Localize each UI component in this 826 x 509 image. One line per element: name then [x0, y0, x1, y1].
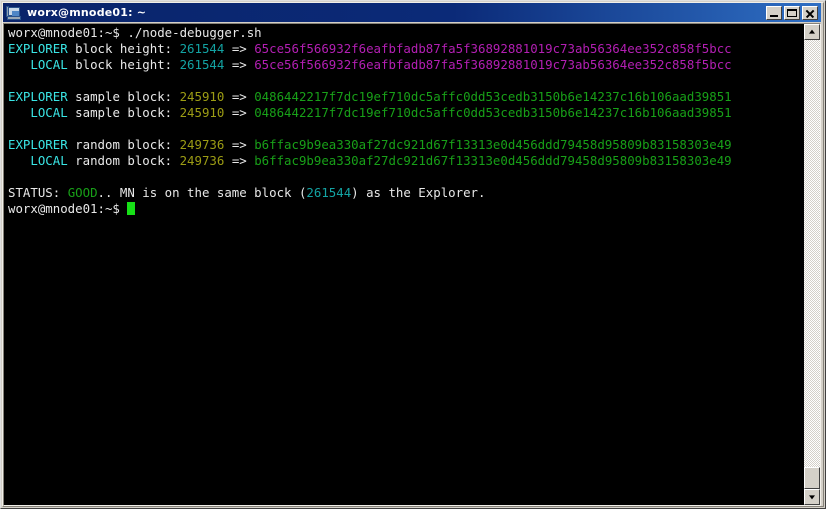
terminal-text-segment: =>: [224, 137, 255, 152]
terminal-text-segment: worx@mnode01:~$ ./node-debugger.sh: [8, 25, 262, 40]
terminal-text-segment: =>: [224, 57, 255, 72]
terminal-line-blank-2: [8, 121, 803, 137]
close-button[interactable]: [802, 5, 818, 20]
terminal-text-segment: =>: [224, 153, 255, 168]
minimize-icon: [770, 14, 778, 17]
terminal-text-segment: sample block:: [67, 89, 180, 104]
terminal-text-segment: 245910: [179, 105, 225, 120]
terminal-text-segment: random block:: [67, 137, 180, 152]
terminal-text-segment: sample block:: [67, 105, 180, 120]
maximize-button[interactable]: [784, 5, 800, 20]
terminal-text-segment: 249736: [179, 153, 225, 168]
terminal-text-segment: b6ffac9b9ea330af27dc921d67f13313e0d456dd…: [254, 153, 732, 168]
terminal-text-segment: b6ffac9b9ea330af27dc921d67f13313e0d456dd…: [254, 137, 732, 152]
scrollbar-track[interactable]: [804, 40, 820, 489]
computer-monitor-icon: [6, 5, 22, 21]
terminal-text-segment: 261544: [306, 185, 352, 200]
terminal-text-segment: ) as the Explorer.: [351, 185, 486, 200]
chevron-down-icon: [809, 495, 815, 500]
terminal-text-segment: block height:: [67, 57, 180, 72]
terminal-text-segment: 65ce56f566932f6eafbfadb87fa5f36892881019…: [254, 57, 732, 72]
scrollbar-thumb[interactable]: [804, 467, 820, 489]
terminal-text-segment: STATUS:: [8, 185, 68, 200]
terminal-text-segment: 261544: [179, 57, 225, 72]
minimize-button[interactable]: [766, 5, 782, 20]
scroll-down-button[interactable]: [804, 489, 820, 505]
terminal-text-segment: block height:: [67, 41, 180, 56]
terminal-line-explorer-random-block: EXPLORER random block: 249736 => b6ffac9…: [8, 137, 803, 153]
terminal-text-segment: 65ce56f566932f6eafbfadb87fa5f36892881019…: [254, 41, 732, 56]
terminal-window: worx@mnode01: ~ worx@mnode01:~$ ./node-d…: [0, 0, 826, 509]
terminal-text-segment: 0486442217f7dc19ef710dc5affc0dd53cedb315…: [254, 105, 732, 120]
terminal-text-segment: EXPLORER: [8, 41, 68, 56]
window-title: worx@mnode01: ~: [27, 6, 147, 19]
terminal-text-segment: 249736: [179, 137, 225, 152]
terminal-line-command-line: worx@mnode01:~$ ./node-debugger.sh: [8, 25, 803, 41]
scroll-up-button[interactable]: [804, 24, 820, 40]
maximize-icon: [787, 8, 797, 17]
terminal-text-segment: worx@mnode01:~$: [8, 201, 128, 216]
terminal-line-local-random-block: LOCAL random block: 249736 => b6ffac9b9e…: [8, 153, 803, 169]
terminal-text-segment: 245910: [179, 89, 225, 104]
window-controls: [766, 5, 820, 20]
terminal-text-segment: =>: [224, 89, 255, 104]
terminal-text-segment: LOCAL: [8, 153, 68, 168]
terminal-text-segment: GOOD: [67, 185, 98, 200]
terminal-cursor: [127, 202, 136, 215]
terminal-line-local-sample-block: LOCAL sample block: 245910 => 0486442217…: [8, 105, 803, 121]
terminal-text-segment: random block:: [67, 153, 180, 168]
terminal-text-segment: 261544: [179, 41, 225, 56]
terminal-line-prompt-line: worx@mnode01:~$: [8, 201, 803, 217]
terminal-text-segment: 0486442217f7dc19ef710dc5affc0dd53cedb315…: [254, 89, 732, 104]
terminal-text-segment: .. MN is on the same block (: [97, 185, 307, 200]
title-bar[interactable]: worx@mnode01: ~: [3, 3, 821, 22]
terminal-line-local-block-height: LOCAL block height: 261544 => 65ce56f566…: [8, 57, 803, 73]
terminal-line-blank-1: [8, 73, 803, 89]
terminal-line-status-line: STATUS: GOOD.. MN is on the same block (…: [8, 185, 803, 201]
terminal-output[interactable]: worx@mnode01:~$ ./node-debugger.sh EXPLOR…: [4, 24, 803, 505]
terminal-text-segment: =>: [224, 105, 255, 120]
terminal-text-segment: LOCAL: [8, 57, 68, 72]
terminal-text-segment: EXPLORER: [8, 89, 68, 104]
terminal-line-explorer-sample-block: EXPLORER sample block: 245910 => 0486442…: [8, 89, 803, 105]
terminal-text-segment: =>: [224, 41, 255, 56]
vertical-scrollbar[interactable]: [803, 24, 820, 505]
terminal-text-segment: LOCAL: [8, 105, 68, 120]
terminal-text-segment: EXPLORER: [8, 137, 68, 152]
terminal-client-area: worx@mnode01:~$ ./node-debugger.sh EXPLOR…: [3, 23, 821, 506]
chevron-up-icon: [809, 29, 815, 34]
terminal-line-blank-3: [8, 169, 803, 185]
terminal-line-explorer-block-height: EXPLORER block height: 261544 => 65ce56f…: [8, 41, 803, 57]
